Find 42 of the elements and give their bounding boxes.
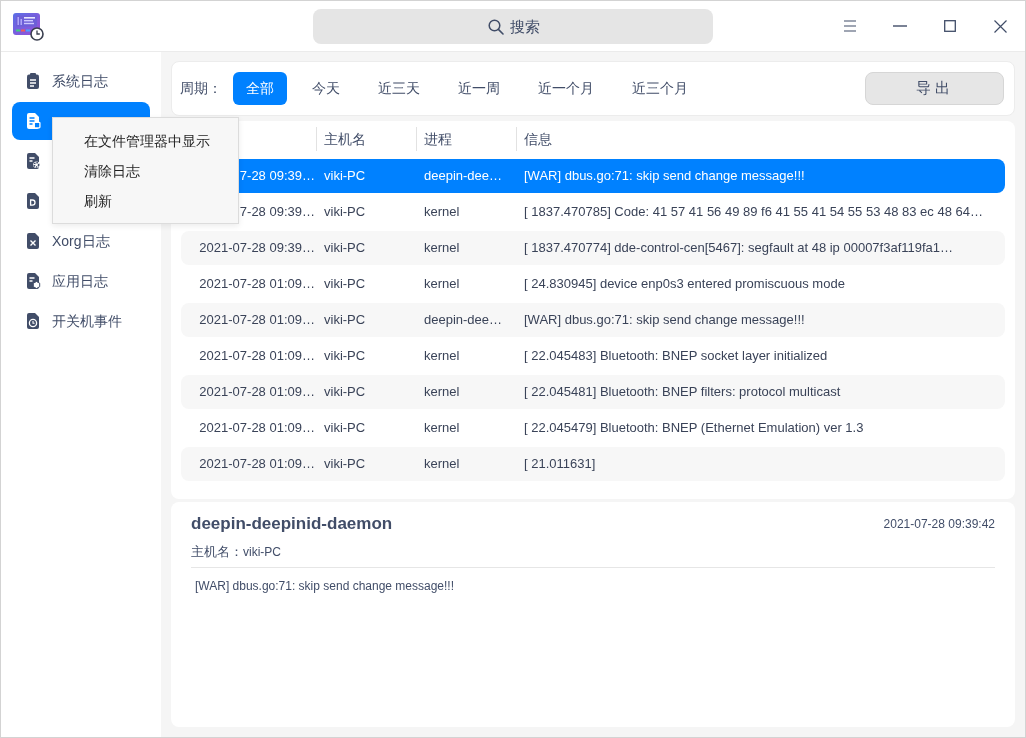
table-cell-text: 7-28 09:39… [239, 203, 315, 222]
table-cell-text: viki-PC [324, 311, 366, 330]
table-cell-text: [WAR] dbus.go:71: skip send change message!!! [524, 167, 805, 186]
table-cell-text: 2021-07-28 01:09… [199, 275, 315, 294]
table-cell-text: [ 24.830945] device enp0s3 entered promiscuous mode [524, 275, 845, 294]
table-cell-text: kernel [424, 239, 460, 258]
table-cell-text: [WAR] dbus.go:71: skip send change message!!! [524, 311, 805, 330]
table-cell-text: 2021-07-28 01:09… [199, 383, 315, 402]
table-cell-text: viki-PC [324, 203, 366, 222]
table-cell-text: viki-PC [324, 347, 366, 366]
table-cell-text: viki-PC [324, 239, 366, 258]
table-cell-text: kernel [424, 455, 460, 474]
table-cell-text: viki-PC [324, 419, 366, 438]
table-cell-text: kernel [424, 203, 460, 222]
period-label: 周期： [180, 79, 222, 98]
table-cell-text: 2021-07-28 01:09… [199, 347, 315, 366]
table-cell-text: viki-PC [324, 275, 366, 294]
table-cell-text: [ 1837.470785] Code: 41 57 41 56 49 89 f6 41 55 41 54 55 53 48 83 ec 48 64… [524, 203, 983, 222]
table-cell-text: viki-PC [324, 383, 366, 402]
table-cell-text: viki-PC [324, 455, 366, 474]
table-cell-text: [ 22.045479] Bluetooth: BNEP (Ethernet Emulation) ver 1.3 [524, 419, 864, 438]
table-cell-text: [ 22.045481] Bluetooth: BNEP filters: protocol multicast [524, 383, 841, 402]
table-cell-text: 2021-07-28 01:09… [199, 419, 315, 438]
log-time: 2021-07-28 09:39:42 [883, 516, 995, 533]
table-cell-text: 7-28 09:39… [239, 167, 315, 186]
host-label: 主机名： [191, 543, 243, 561]
table-cell-text: kernel [424, 347, 460, 366]
table-cell-text: [ 21.011631] [524, 455, 596, 474]
table-cell-text: 2021-07-28 01:09… [199, 455, 315, 474]
table-cell-text: deepin-dee… [424, 167, 503, 186]
table-cell-text: kernel [424, 275, 460, 294]
table-cell-text: [ 1837.470774] dde-control-cen[5467]: segfault at 48 ip 00007f3af119fa1… [524, 239, 954, 258]
table-cell-text: 2021-07-28 09:39… [199, 239, 315, 258]
table-cell-text: deepin-dee… [424, 311, 503, 330]
log-message: [WAR] dbus.go:71: skip send change message!!! [195, 579, 455, 593]
log-title: deepin-deepinid-daemon [191, 513, 393, 535]
host-value: viki-PC [243, 544, 281, 561]
table-cell-text: kernel [424, 383, 460, 402]
table-cell-text: kernel [424, 419, 460, 438]
table-cell-text: 2021-07-28 01:09… [199, 311, 315, 330]
table-cell-text: viki-PC [324, 167, 366, 186]
table-cell-text: [ 22.045483] Bluetooth: BNEP socket layer initialized [524, 347, 828, 366]
